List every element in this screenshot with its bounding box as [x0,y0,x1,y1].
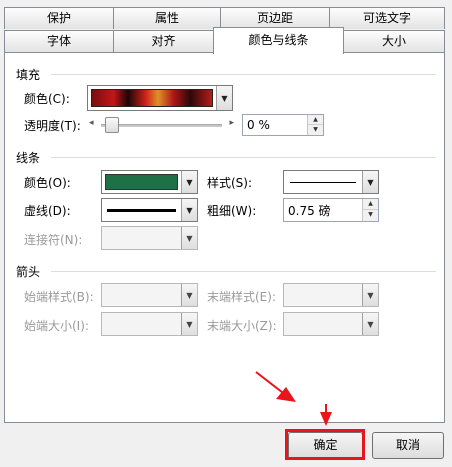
chevron-down-icon[interactable]: ▼ [181,171,197,193]
begin-size-label: 始端大小(I): [24,319,89,333]
dash-label: 虚线(D): [24,204,71,218]
begin-style-dropdown[interactable]: ▼ [101,283,198,307]
slider-thumb[interactable] [105,117,119,133]
colors-lines-panel: 填充 颜色(C): ▼ 透明度(T): ◂ ▸ 0 % ▲ ▼ 线条 颜色(O)… [4,52,445,423]
end-style-dropdown[interactable]: ▼ [283,283,379,307]
end-style-label: 末端样式(E): [207,290,276,304]
line-style-dropdown[interactable]: ▼ [283,170,379,194]
begin-style-label: 始端样式(B): [24,290,94,304]
line-style-label: 样式(S): [207,176,253,190]
chevron-down-icon[interactable]: ▼ [216,86,232,110]
fill-color-dropdown[interactable]: ▼ [87,85,233,111]
ok-button-highlight [285,429,365,460]
spin-down-icon[interactable]: ▼ [308,125,323,135]
fill-color-label: 颜色(C): [24,92,70,106]
transparency-value[interactable]: 0 % [247,118,270,132]
weight-label: 粗细(W): [207,204,257,218]
arrows-section-title: 箭头 [16,265,41,279]
tab-protection[interactable]: 保护 [4,7,114,29]
weight-value[interactable]: 0.75 磅 [288,202,331,219]
chevron-down-icon[interactable]: ▼ [362,284,378,306]
dash-preview [107,209,176,212]
slider-right-arrow-icon[interactable]: ▸ [229,118,234,128]
transparency-slider[interactable]: ◂ ▸ [89,116,234,134]
connector-dropdown[interactable]: ▼ [101,226,198,250]
end-size-dropdown[interactable]: ▼ [283,312,379,336]
chevron-down-icon[interactable]: ▼ [181,227,197,249]
divider [51,157,436,158]
fill-section-title: 填充 [16,68,41,82]
tab-font[interactable]: 字体 [4,30,114,52]
transparency-spinner[interactable]: 0 % ▲ ▼ [242,114,324,136]
tab-colors-and-lines[interactable]: 颜色与线条 [213,27,344,54]
line-color-swatch [105,174,178,190]
tab-size[interactable]: 大小 [343,30,445,52]
transparency-label: 透明度(T): [24,119,81,133]
line-color-dropdown[interactable]: ▼ [101,170,198,194]
chevron-down-icon[interactable]: ▼ [181,284,197,306]
divider [51,74,436,75]
chevron-down-icon[interactable]: ▼ [181,199,197,221]
fill-texture-swatch [91,89,213,107]
tab-margins[interactable]: 页边距 [220,7,330,29]
spin-down-icon[interactable]: ▼ [363,210,378,221]
begin-size-dropdown[interactable]: ▼ [101,312,198,336]
line-style-preview [290,182,356,183]
connector-label: 连接符(N): [24,233,83,247]
dash-dropdown[interactable]: ▼ [101,198,198,222]
spin-up-icon[interactable]: ▲ [308,115,323,125]
tab-properties[interactable]: 属性 [113,7,221,29]
end-size-label: 末端大小(Z): [207,319,277,333]
spin-up-icon[interactable]: ▲ [363,199,378,210]
slider-left-arrow-icon[interactable]: ◂ [89,118,94,128]
chevron-down-icon[interactable]: ▼ [362,313,378,335]
divider [51,271,436,272]
line-color-label: 颜色(O): [24,176,71,190]
tab-alt-text[interactable]: 可选文字 [329,7,445,29]
line-section-title: 线条 [16,151,41,165]
cancel-button[interactable]: 取消 [372,432,444,459]
chevron-down-icon[interactable]: ▼ [181,313,197,335]
slider-track [101,124,222,127]
chevron-down-icon[interactable]: ▼ [362,171,378,193]
tab-alignment[interactable]: 对齐 [113,30,214,52]
weight-spinner[interactable]: 0.75 磅 ▲ ▼ [283,198,379,222]
